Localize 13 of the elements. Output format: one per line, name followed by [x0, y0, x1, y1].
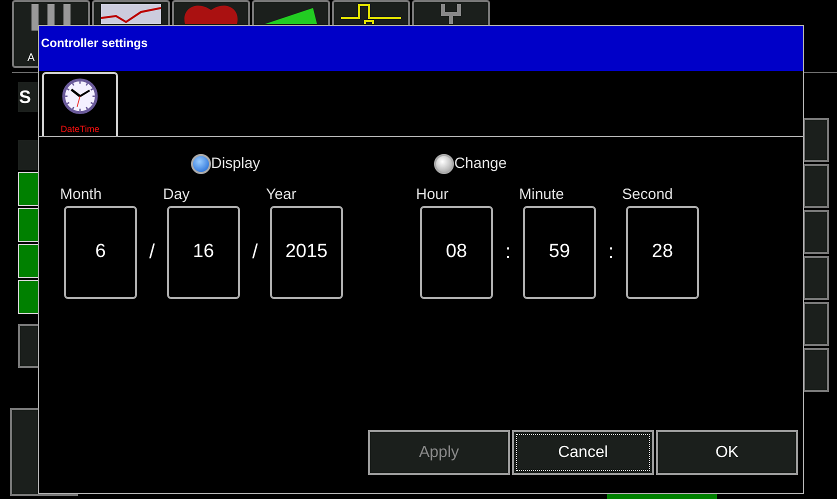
field-label: Second: [622, 184, 674, 204]
field-label: Hour: [416, 184, 450, 204]
tab-label: DateTime: [60, 122, 100, 136]
separator: :: [504, 240, 512, 265]
field-label: Day: [163, 184, 191, 204]
separator: /: [148, 240, 156, 265]
field-label: Month: [60, 184, 103, 204]
field-label: Year: [266, 184, 298, 204]
window-title: Controller settings: [41, 36, 148, 50]
field-label: Minute: [519, 184, 566, 204]
toolbar-label: A: [27, 50, 35, 66]
separator: :: [607, 240, 615, 265]
separator: /: [251, 240, 259, 265]
